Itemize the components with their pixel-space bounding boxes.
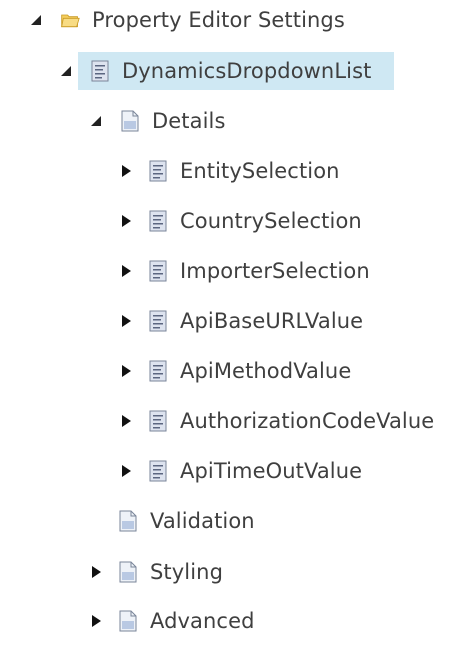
tree-node-dynamics-dropdown-list[interactable]: DynamicsDropdownList (58, 54, 371, 88)
tree-node-advanced[interactable]: Advanced (88, 604, 255, 638)
collapsed-arrow-icon[interactable] (118, 163, 134, 179)
property-list-icon (148, 209, 168, 233)
expanded-arrow-icon[interactable] (28, 12, 44, 28)
tree-node-label: DynamicsDropdownList (122, 59, 372, 83)
collapsed-arrow-icon[interactable] (88, 613, 104, 629)
tree-node-label: Validation (150, 509, 255, 533)
collapsed-arrow-icon[interactable] (118, 263, 134, 279)
property-list-icon (148, 409, 168, 433)
tree-node-validation[interactable]: Validation (118, 504, 255, 538)
collapsed-arrow-icon[interactable] (118, 463, 134, 479)
expanded-arrow-icon[interactable] (88, 113, 104, 129)
tree-node-label: ImporterSelection (180, 259, 370, 283)
property-list-icon (148, 159, 168, 183)
tree-node-details[interactable]: Details (88, 104, 226, 138)
tree-node-label: EntitySelection (180, 159, 340, 183)
document-icon (118, 609, 138, 633)
document-icon (120, 109, 140, 133)
tree-node-label: Advanced (150, 609, 255, 633)
tree-node-label: ApiTimeOutValue (180, 459, 363, 483)
tree-node-label: ApiBaseURLValue (180, 309, 364, 333)
folder-icon (60, 8, 80, 32)
tree-node-label: Details (152, 109, 226, 133)
collapsed-arrow-icon[interactable] (118, 363, 134, 379)
tree-node-authorization-code-value[interactable]: AuthorizationCodeValue (118, 404, 434, 438)
tree-node-label: CountrySelection (180, 209, 362, 233)
tree-node-api-base-url-value[interactable]: ApiBaseURLValue (118, 304, 363, 338)
collapsed-arrow-icon[interactable] (118, 213, 134, 229)
tree-node-label: Property Editor Settings (92, 8, 345, 32)
property-list-icon (148, 459, 168, 483)
collapsed-arrow-icon[interactable] (118, 313, 134, 329)
tree-node-api-method-value[interactable]: ApiMethodValue (118, 354, 351, 388)
expanded-arrow-icon[interactable] (58, 63, 74, 79)
tree-node-country-selection[interactable]: CountrySelection (118, 204, 362, 238)
tree-node-importer-selection[interactable]: ImporterSelection (118, 254, 370, 288)
tree-node-label: Styling (150, 560, 224, 584)
tree-node-styling[interactable]: Styling (88, 555, 223, 589)
property-list-icon (148, 309, 168, 333)
property-list-icon (148, 259, 168, 283)
tree-node-label: ApiMethodValue (180, 359, 352, 383)
property-list-icon (148, 359, 168, 383)
document-icon (118, 560, 138, 584)
collapsed-arrow-icon[interactable] (118, 413, 134, 429)
document-icon (118, 509, 138, 533)
property-list-icon (90, 59, 110, 83)
tree-node-api-timeout-value[interactable]: ApiTimeOutValue (118, 454, 362, 488)
tree-node-entity-selection[interactable]: EntitySelection (118, 154, 340, 188)
collapsed-arrow-icon[interactable] (88, 564, 104, 580)
tree-node-label: AuthorizationCodeValue (180, 409, 435, 433)
tree-node-property-editor-settings[interactable]: Property Editor Settings (28, 3, 345, 37)
property-tree: Property Editor Settings DynamicsDropdow… (0, 0, 465, 650)
